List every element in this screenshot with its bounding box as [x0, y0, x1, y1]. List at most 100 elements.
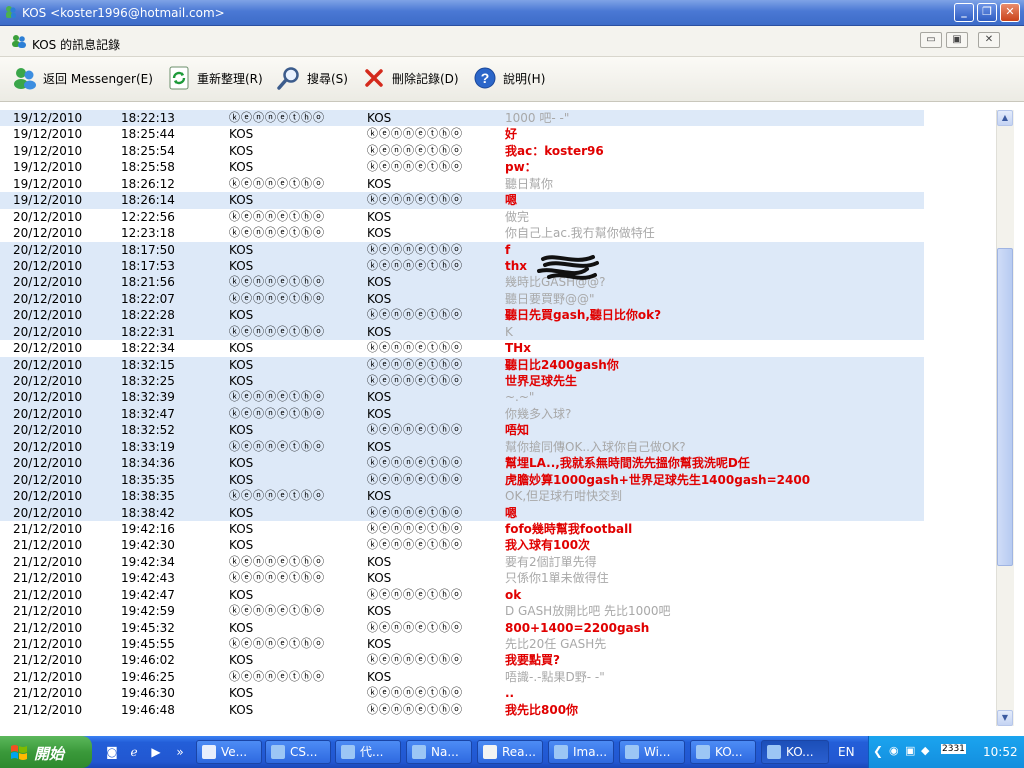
message-text: 聽日先買gash,聽日比你ok? [505, 308, 662, 323]
message-text: OK,但足球冇咁快交到 [505, 489, 623, 504]
back-to-messenger-button[interactable]: 返回 Messenger(E) [12, 65, 153, 91]
taskbar-button-label: 代... [360, 745, 384, 759]
message-row: 20/12/2010 18:32:39 ⓚⓔⓝⓝⓔⓣⓗⓞ KOS ~.~" [0, 389, 924, 406]
message-time: 18:22:07 [121, 291, 175, 306]
search-button[interactable]: 搜尋(S) [276, 65, 348, 91]
back-label: 返回 Messenger(E) [43, 71, 153, 86]
message-date: 20/12/2010 [13, 390, 83, 405]
sub-minimize-button[interactable]: ▭ [920, 32, 942, 48]
desktop-quicklaunch-icon[interactable]: ◙ [104, 744, 120, 760]
tray-badge[interactable]: 2331 [941, 744, 966, 754]
taskbar-button[interactable]: Na... [406, 740, 472, 764]
message-date: 20/12/2010 [13, 226, 83, 241]
refresh-button[interactable]: 重新整理(R) [166, 65, 263, 91]
message-text: 你幾多入球? [505, 406, 572, 421]
taskbar-button[interactable]: 代... [335, 740, 401, 764]
tray-app-icon[interactable]: ◉ [889, 744, 899, 757]
maximize-button[interactable]: ❐ [977, 3, 997, 22]
message-row: 21/12/2010 19:42:34 ⓚⓔⓝⓝⓔⓣⓗⓞ KOS 要有2個訂單先得 [0, 554, 924, 570]
sub-close-button[interactable]: ✕ [978, 32, 1000, 48]
tray-volume-icon[interactable]: ◆ [921, 744, 929, 757]
message-sender: KOS [229, 686, 254, 701]
media-player-quicklaunch-icon[interactable]: ▶ [148, 744, 164, 760]
message-recipient: ⓚⓔⓝⓝⓔⓣⓗⓞ [367, 357, 463, 371]
msn-icon [202, 745, 216, 759]
message-date: 19/12/2010 [13, 193, 83, 208]
taskbar-button[interactable]: CS... [265, 740, 331, 764]
taskbar-button[interactable]: Rea... [477, 740, 543, 764]
message-sender: ⓚⓔⓝⓝⓔⓣⓗⓞ [229, 439, 325, 453]
help-button[interactable]: ? 說明(H) [472, 65, 545, 91]
message-time: 12:22:56 [121, 209, 175, 224]
message-sender: KOS [229, 587, 254, 602]
message-date: 21/12/2010 [13, 686, 83, 701]
message-sender: KOS [229, 538, 254, 553]
ie-icon [341, 745, 355, 759]
message-recipient: ⓚⓔⓝⓝⓔⓣⓗⓞ [367, 521, 463, 535]
system-tray: ❮ ◉ ▣ ◆ 2331 10:52 [868, 736, 1024, 768]
message-time: 18:32:15 [121, 357, 175, 372]
taskbar-button-label: KO... [786, 745, 814, 759]
windows-flag-icon [11, 745, 27, 760]
message-time: 18:38:42 [121, 505, 175, 520]
scroll-thumb[interactable] [997, 248, 1013, 566]
message-text: 先比20任 GASH先 [505, 637, 607, 651]
delete-label: 刪除記錄(D) [392, 71, 459, 86]
window-titlebar[interactable]: KOS <koster1996@hotmail.com> _ ❐ ✕ [0, 0, 1024, 26]
message-recipient: KOS [367, 275, 392, 290]
close-button[interactable]: ✕ [1000, 3, 1020, 22]
taskbar-button[interactable]: Ima... [548, 740, 614, 764]
message-time: 12:23:18 [121, 226, 175, 241]
message-recipient: ⓚⓔⓝⓝⓔⓣⓗⓞ [367, 686, 463, 700]
tray-network-icon[interactable]: ▣ [905, 744, 915, 757]
message-sender: KOS [229, 374, 254, 388]
message-recipient: KOS [367, 604, 392, 619]
message-recipient: KOS [367, 669, 392, 684]
taskbar-button[interactable]: KO... [690, 740, 756, 764]
message-recipient: KOS [367, 226, 392, 241]
scroll-up-button[interactable]: ▲ [997, 110, 1013, 126]
clock[interactable]: 10:52 [983, 745, 1018, 759]
quicklaunch-more-icon[interactable]: » [172, 744, 188, 760]
taskbar-button[interactable]: Wi... [619, 740, 685, 764]
message-date: 21/12/2010 [13, 604, 83, 619]
message-row: 21/12/2010 19:45:55 ⓚⓔⓝⓝⓔⓣⓗⓞ KOS 先比20任 GASH先 [0, 636, 924, 652]
minimize-button[interactable]: _ [954, 3, 974, 22]
log-header: KOS 的訊息記錄 ▭ ▣ ✕ [0, 26, 1024, 57]
message-sender: ⓚⓔⓝⓝⓔⓣⓗⓞ [229, 111, 325, 124]
taskbar-button[interactable]: Ve... [196, 740, 262, 764]
message-date: 19/12/2010 [13, 143, 83, 158]
taskbar-button[interactable]: KO... [761, 740, 829, 764]
delete-history-button[interactable]: 刪除記錄(D) [361, 65, 459, 91]
message-text: 我先比800你 [505, 702, 579, 717]
message-time: 19:42:16 [121, 521, 175, 536]
message-date: 20/12/2010 [13, 423, 83, 438]
message-sender: ⓚⓔⓝⓝⓔⓣⓗⓞ [229, 324, 325, 338]
message-time: 19:42:47 [121, 587, 175, 602]
message-date: 21/12/2010 [13, 571, 83, 586]
scroll-down-button[interactable]: ▼ [997, 710, 1013, 726]
refresh-label: 重新整理(R) [197, 71, 263, 86]
message-time: 18:26:14 [121, 193, 175, 208]
message-sender: KOS [229, 702, 254, 717]
message-date: 20/12/2010 [13, 209, 83, 224]
message-date: 20/12/2010 [13, 456, 83, 471]
message-row: 19/12/2010 18:26:14 KOS ⓚⓔⓝⓝⓔⓣⓗⓞ 嗯 [0, 192, 924, 209]
message-time: 19:45:32 [121, 620, 175, 635]
language-indicator[interactable]: EN [838, 745, 855, 759]
sub-maximize-button[interactable]: ▣ [946, 32, 968, 48]
message-text: 幫你搶同傳OK..入球你自己做OK? [505, 439, 686, 454]
message-sender: ⓚⓔⓝⓝⓔⓣⓗⓞ [229, 209, 325, 223]
message-log[interactable]: 19/12/2010 18:22:13 ⓚⓔⓝⓝⓔⓣⓗⓞ KOS 1000 吧- -" 1… [0, 102, 1024, 727]
vertical-scrollbar[interactable]: ▲ ▼ [996, 110, 1014, 726]
message-date: 21/12/2010 [13, 637, 83, 651]
start-button[interactable]: 開始 [0, 736, 92, 768]
ie-quicklaunch-icon[interactable]: ℯ [126, 744, 142, 760]
message-date: 20/12/2010 [13, 374, 83, 388]
message-row: 20/12/2010 18:32:52 KOS ⓚⓔⓝⓝⓔⓣⓗⓞ 唔知 [0, 422, 924, 439]
message-recipient: KOS [367, 291, 392, 306]
message-sender: KOS [229, 620, 254, 635]
tray-arrow-icon[interactable]: ❮ [873, 744, 883, 758]
message-recipient: ⓚⓔⓝⓝⓔⓣⓗⓞ [367, 374, 463, 387]
message-text: 只係你1單未做得住 [505, 571, 609, 586]
